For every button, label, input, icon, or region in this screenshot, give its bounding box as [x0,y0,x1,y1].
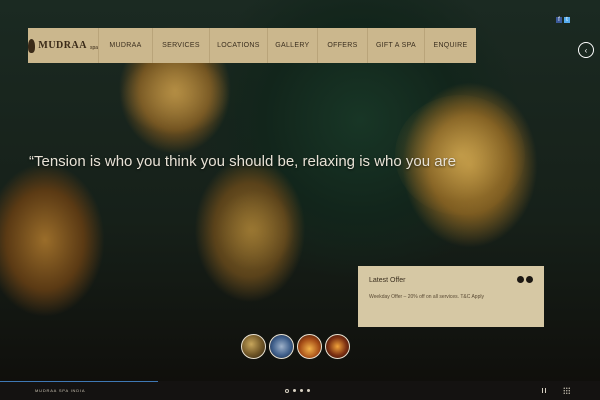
logo-subtext: spa [89,45,98,51]
hero-quote: “Tension is who you think you should be,… [29,153,456,170]
offer-pager [517,276,533,283]
nav-item-gallery[interactable]: GALLERY [268,28,318,63]
facebook-icon[interactable]: f [556,17,562,23]
main-nav: MUDRAA spa MUDRAA SERVICES LOCATIONS GAL… [28,28,476,63]
footer-bar: MUDRAA SPA INDIA [0,381,600,400]
pager-dot[interactable] [293,389,296,392]
pause-icon[interactable] [542,388,547,393]
social-links: f t [556,17,570,23]
bell-highlight [215,190,295,270]
pager-dot[interactable] [307,389,310,392]
thumbnail[interactable] [297,334,322,359]
logo[interactable]: MUDRAA spa [28,28,99,63]
slide-progress-bar [0,381,158,382]
nav-item-gift-a-spa[interactable]: GIFT A SPA [368,28,425,63]
nav-item-locations[interactable]: LOCATIONS [210,28,268,63]
offer-text: Weekday Offer – 20% off on all services.… [369,294,484,300]
nav-item-mudraa[interactable]: MUDRAA [99,28,153,63]
offer-dot[interactable] [517,276,524,283]
logo-mark-icon [28,38,36,53]
slide-pager [285,389,310,393]
bell-highlight [120,55,230,135]
thumbnail[interactable] [269,334,294,359]
logo-text: MUDRAA [38,40,87,51]
nav-item-enquire[interactable]: ENQUIRE [425,28,476,63]
latest-offer-panel: Latest Offer Weekday Offer – 20% off on … [358,266,544,327]
nav-item-offers[interactable]: OFFERS [318,28,369,63]
grid-icon[interactable] [563,387,570,394]
nav-item-services[interactable]: SERVICES [153,28,210,63]
gallery-thumbnails [241,334,350,359]
footer-brand: MUDRAA SPA INDIA [35,388,86,393]
offer-title: Latest Offer [369,277,406,284]
circle-button-icon[interactable]: ‹ [578,42,594,58]
offer-dot[interactable] [526,276,533,283]
thumbnail[interactable] [241,334,266,359]
pager-dot[interactable] [300,389,303,392]
pager-dot[interactable] [285,389,289,393]
thumbnail[interactable] [325,334,350,359]
twitter-icon[interactable]: t [564,17,570,23]
